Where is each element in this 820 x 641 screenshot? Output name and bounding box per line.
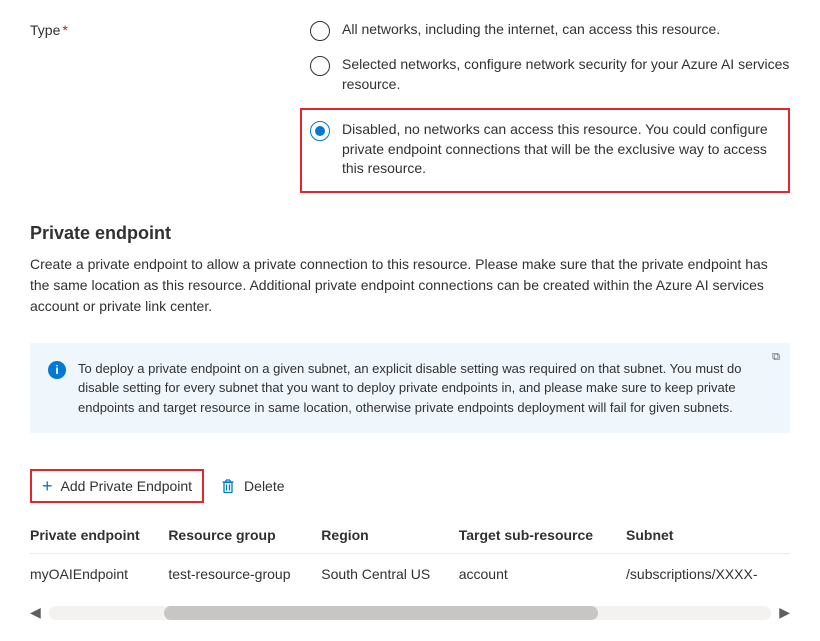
selected-option-highlight: Disabled, no networks can access this re… [300, 108, 790, 193]
horizontal-scrollbar[interactable]: ◀ ▶ [30, 604, 790, 621]
cell-target: account [459, 554, 626, 595]
private-endpoint-heading: Private endpoint [30, 223, 790, 244]
plus-icon: + [42, 477, 53, 495]
column-header-target[interactable]: Target sub-resource [459, 517, 626, 554]
info-icon: i [48, 361, 66, 379]
type-label: Type* [30, 20, 310, 38]
private-endpoint-description: Create a private endpoint to allow a pri… [30, 254, 790, 317]
cell-private-endpoint: myOAIEndpoint [30, 554, 168, 595]
external-link-icon[interactable]: ⧉ [772, 351, 780, 364]
delete-button[interactable]: Delete [210, 472, 294, 500]
scrollbar-thumb[interactable] [164, 606, 597, 620]
private-endpoints-table: Private endpoint Resource group Region T… [30, 517, 790, 594]
radio-icon [310, 56, 330, 76]
radio-icon [310, 21, 330, 41]
add-private-endpoint-button[interactable]: + Add Private Endpoint [30, 469, 204, 503]
type-option-disabled[interactable]: Disabled, no networks can access this re… [310, 120, 774, 179]
type-radio-group: All networks, including the internet, ca… [310, 20, 790, 193]
column-header-resource-group[interactable]: Resource group [168, 517, 321, 554]
add-button-label: Add Private Endpoint [61, 478, 193, 494]
delete-button-label: Delete [244, 478, 284, 494]
type-option-selected-networks[interactable]: Selected networks, configure network sec… [310, 55, 790, 94]
column-header-region[interactable]: Region [321, 517, 458, 554]
cell-region: South Central US [321, 554, 458, 595]
info-banner: i To deploy a private endpoint on a give… [30, 343, 790, 434]
scrollbar-track[interactable] [49, 606, 771, 620]
cell-subnet: /subscriptions/XXXX- [626, 554, 790, 595]
required-indicator: * [62, 22, 67, 38]
table-row[interactable]: myOAIEndpoint test-resource-group South … [30, 554, 790, 595]
type-option-label: Disabled, no networks can access this re… [342, 120, 774, 179]
radio-icon [310, 121, 330, 141]
column-header-private-endpoint[interactable]: Private endpoint [30, 517, 168, 554]
cell-resource-group: test-resource-group [168, 554, 321, 595]
info-banner-text: To deploy a private endpoint on a given … [78, 359, 772, 418]
private-endpoint-toolbar: + Add Private Endpoint Delete [30, 469, 790, 503]
type-option-label: Selected networks, configure network sec… [342, 55, 790, 94]
scroll-right-icon[interactable]: ▶ [779, 604, 790, 621]
scroll-left-icon[interactable]: ◀ [30, 604, 41, 621]
column-header-subnet[interactable]: Subnet [626, 517, 790, 554]
trash-icon [220, 478, 236, 494]
type-option-label: All networks, including the internet, ca… [342, 20, 720, 40]
type-option-all-networks[interactable]: All networks, including the internet, ca… [310, 20, 790, 41]
